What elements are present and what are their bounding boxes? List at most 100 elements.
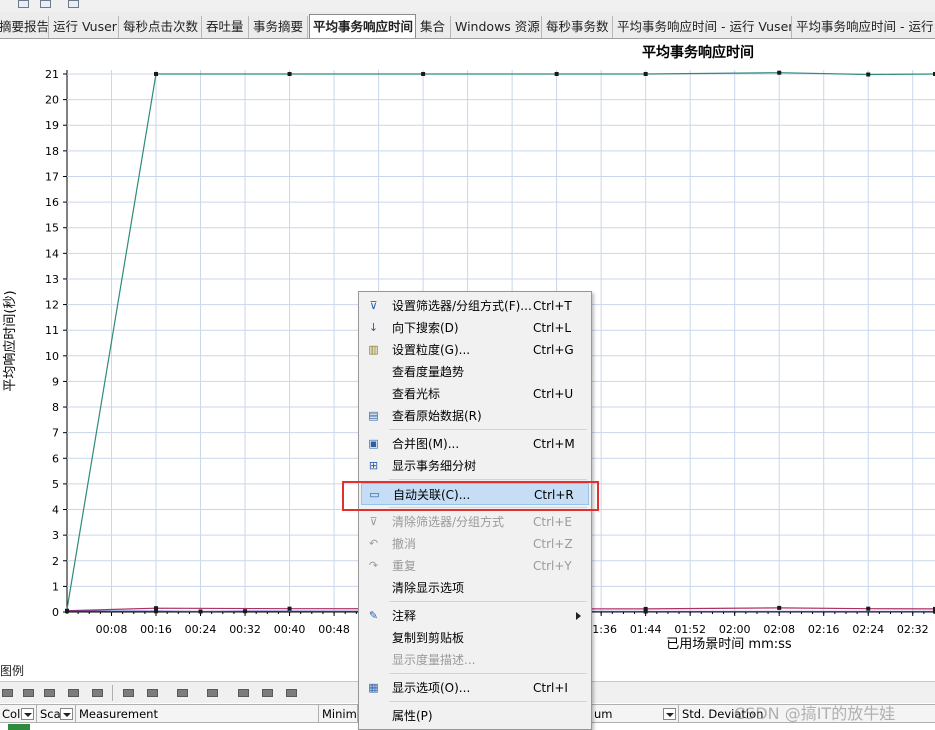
menu-item-copy-to-clipboard[interactable]: 复制到剪贴板 bbox=[361, 627, 589, 649]
legend-hide-icon[interactable] bbox=[21, 686, 37, 700]
chevron-down-icon[interactable] bbox=[21, 708, 34, 720]
auto-correlate-icon: ▭ bbox=[369, 488, 380, 501]
series-1-point[interactable] bbox=[866, 606, 871, 611]
x-tick-label: 02:16 bbox=[808, 623, 840, 636]
granularity-icon: ▥ bbox=[368, 343, 379, 356]
menu-item-show-measurement-description[interactable]: 显示度量描述... bbox=[361, 649, 589, 671]
display-options-icon: ▦ bbox=[368, 681, 379, 694]
y-tick-label: 4 bbox=[52, 504, 59, 517]
series-0-point[interactable] bbox=[154, 72, 159, 76]
menu-item-set-filter[interactable]: ⊽ 设置筛选器/分组方式(F)... Ctrl+T bbox=[361, 295, 589, 317]
tab-hits-per-second[interactable]: 每秒点击次数 bbox=[120, 16, 202, 38]
undo-icon: ↶ bbox=[368, 537, 379, 550]
menu-item-undo[interactable]: ↶ 撤消 Ctrl+Z bbox=[361, 533, 589, 555]
menu-item-properties[interactable]: 属性(P) bbox=[361, 705, 589, 727]
merge-graph-icon: ▣ bbox=[368, 437, 379, 450]
x-tick-label: 01:52 bbox=[674, 623, 706, 636]
tab-throughput[interactable]: 吞吐量 bbox=[203, 16, 249, 38]
col-header-maximum[interactable]: um bbox=[592, 705, 679, 723]
col-header-scale[interactable]: Sca bbox=[38, 705, 76, 723]
legend-filter-icon[interactable] bbox=[90, 686, 106, 700]
y-tick-label: 19 bbox=[45, 119, 59, 132]
legend-link-icon[interactable] bbox=[66, 686, 82, 700]
legend-up-icon[interactable] bbox=[236, 686, 252, 700]
tab-running-vuser[interactable]: 运行 Vuser bbox=[50, 16, 119, 38]
x-tick-label: 00:08 bbox=[96, 623, 128, 636]
menu-item-set-granularity[interactable]: ▥ 设置粒度(G)... Ctrl+G bbox=[361, 339, 589, 361]
menu-item-comments[interactable]: ✎ 注释 bbox=[361, 605, 589, 627]
series-0-point[interactable] bbox=[421, 72, 426, 76]
x-tick-label: 00:16 bbox=[140, 623, 172, 636]
menu-item-auto-correlate[interactable]: ▭ 自动关联(C)... Ctrl+R bbox=[361, 483, 589, 505]
legend-configure-icon[interactable] bbox=[121, 686, 137, 700]
legend-export-icon[interactable] bbox=[284, 686, 300, 700]
layout-icon[interactable] bbox=[68, 0, 79, 8]
chevron-down-icon[interactable] bbox=[663, 708, 676, 720]
tab-avg-response-vs-running[interactable]: 平均事务响应时间 - 运行 bbox=[793, 16, 935, 38]
y-axis-label: 平均响应时间(秒) bbox=[2, 290, 18, 391]
series-2-point[interactable] bbox=[643, 609, 648, 614]
series-1-point[interactable] bbox=[777, 605, 782, 610]
chevron-down-icon[interactable] bbox=[60, 708, 73, 720]
tab-windows-resources[interactable]: Windows 资源 bbox=[452, 16, 542, 38]
tab-avg-transaction-response-time[interactable]: 平均事务响应时间 bbox=[309, 14, 416, 38]
menu-item-merge-graphs[interactable]: ▣ 合并图(M)... Ctrl+M bbox=[361, 433, 589, 455]
main-toolbar bbox=[0, 0, 935, 12]
clear-filter-icon: ⊽ bbox=[369, 515, 378, 528]
tab-summary-report[interactable]: 摘要报告 bbox=[0, 16, 49, 38]
legend-show-only-icon[interactable] bbox=[42, 686, 58, 700]
x-tick-label: 02:32 bbox=[897, 623, 929, 636]
series-0-point[interactable] bbox=[643, 72, 648, 76]
table-icon[interactable] bbox=[40, 0, 51, 8]
legend-title: 图例 bbox=[0, 664, 25, 678]
refresh-icon[interactable] bbox=[18, 0, 29, 8]
y-tick-label: 18 bbox=[45, 145, 59, 158]
y-tick-label: 13 bbox=[45, 273, 59, 286]
series-2-point[interactable] bbox=[154, 609, 159, 614]
series-0-point[interactable] bbox=[287, 72, 292, 76]
menu-item-view-trend[interactable]: 查看度量趋势 bbox=[361, 361, 589, 383]
menu-item-view-raw-data[interactable]: ▤ 查看原始数据(R) bbox=[361, 405, 589, 427]
x-tick-label: 01:44 bbox=[630, 623, 662, 636]
series-1-point[interactable] bbox=[287, 606, 292, 611]
col-header-minimum[interactable]: Minimum bbox=[320, 705, 358, 723]
x-tick-label: 00:40 bbox=[274, 623, 306, 636]
series-0-point[interactable] bbox=[866, 72, 871, 77]
legend-columns-icon[interactable] bbox=[205, 686, 221, 700]
x-tick-label: 00:48 bbox=[318, 623, 350, 636]
raw-data-icon: ▤ bbox=[368, 409, 379, 422]
series-0-point[interactable] bbox=[554, 72, 559, 76]
menu-item-clear-display-options[interactable]: 清除显示选项 bbox=[361, 577, 589, 599]
tab-avg-response-vs-vuser[interactable]: 平均事务响应时间 - 运行 Vuser bbox=[614, 16, 792, 38]
tab-transactions-per-second[interactable]: 每秒事务数 bbox=[543, 16, 613, 38]
legend-color-icon[interactable] bbox=[145, 686, 161, 700]
y-tick-label: 21 bbox=[45, 68, 59, 81]
breakdown-tree-icon: ⊞ bbox=[368, 459, 379, 472]
y-tick-label: 1 bbox=[52, 580, 59, 593]
legend-down-icon[interactable] bbox=[260, 686, 276, 700]
menu-item-breakdown-tree[interactable]: ⊞ 显示事务细分树 bbox=[361, 455, 589, 477]
y-tick-label: 6 bbox=[52, 452, 59, 465]
menu-item-redo[interactable]: ↷ 重复 Ctrl+Y bbox=[361, 555, 589, 577]
series-2-point[interactable] bbox=[65, 609, 69, 614]
y-tick-label: 10 bbox=[45, 350, 59, 363]
y-tick-label: 12 bbox=[45, 299, 59, 312]
legend-scale-icon[interactable] bbox=[175, 686, 191, 700]
x-tick-label: 02:00 bbox=[719, 623, 751, 636]
menu-item-view-cursor[interactable]: 查看光标 Ctrl+U bbox=[361, 383, 589, 405]
series-0-point[interactable] bbox=[777, 70, 782, 75]
series-2-point[interactable] bbox=[198, 609, 203, 614]
y-tick-label: 11 bbox=[45, 324, 59, 337]
tab-rendezvous[interactable]: 集合 bbox=[417, 16, 451, 38]
col-header-col[interactable]: Col bbox=[0, 705, 37, 723]
menu-item-drill-down[interactable]: ↓ 向下搜索(D) Ctrl+L bbox=[361, 317, 589, 339]
menu-item-display-options[interactable]: ▦ 显示选项(O)... Ctrl+I bbox=[361, 677, 589, 699]
col-header-measurement[interactable]: Measurement bbox=[77, 705, 319, 723]
x-tick-label: 02:08 bbox=[763, 623, 795, 636]
legend-row-checkbox[interactable] bbox=[8, 724, 30, 730]
menu-item-clear-filter[interactable]: ⊽ 清除筛选器/分组方式 Ctrl+E bbox=[361, 511, 589, 533]
y-tick-label: 2 bbox=[52, 555, 59, 568]
tab-transaction-summary[interactable]: 事务摘要 bbox=[250, 16, 308, 38]
series-2-point[interactable] bbox=[243, 609, 248, 614]
legend-show-icon[interactable] bbox=[0, 686, 16, 700]
